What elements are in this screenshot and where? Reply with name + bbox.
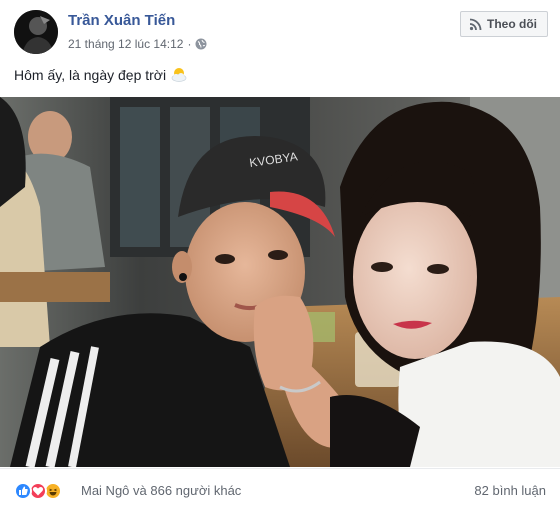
rss-icon: [469, 18, 482, 30]
reaction-icons[interactable]: [14, 482, 62, 500]
follow-button[interactable]: Theo dõi: [460, 11, 548, 37]
post-photo[interactable]: KVOBYA: [0, 97, 560, 467]
author-avatar[interactable]: [14, 10, 58, 54]
post-meta: 21 tháng 12 lúc 14:12 ·: [68, 37, 207, 51]
author-name[interactable]: Trần Xuân Tiến: [68, 12, 175, 29]
like-reaction-icon: [14, 482, 32, 500]
post-footer: Mai Ngô và 866 người khác 82 bình luận: [0, 468, 560, 514]
globe-icon[interactable]: [195, 38, 207, 50]
meta-separator: ·: [187, 37, 192, 51]
facebook-post: Trần Xuân Tiến 21 tháng 12 lúc 14:12 · T…: [0, 0, 560, 514]
post-header: Trần Xuân Tiến 21 tháng 12 lúc 14:12 · T…: [0, 0, 560, 60]
post-date[interactable]: 21 tháng 12 lúc 14:12: [68, 37, 183, 51]
comments-count[interactable]: 82 bình luận: [474, 483, 546, 498]
follow-label: Theo dõi: [487, 17, 537, 31]
sun-behind-cloud-icon: [170, 66, 188, 84]
caption-text: Hôm ấy, là ngày đẹp trời: [14, 67, 167, 83]
post-caption: Hôm ấy, là ngày đẹp trời: [14, 66, 188, 84]
reactions-summary[interactable]: Mai Ngô và 866 người khác: [81, 483, 241, 498]
